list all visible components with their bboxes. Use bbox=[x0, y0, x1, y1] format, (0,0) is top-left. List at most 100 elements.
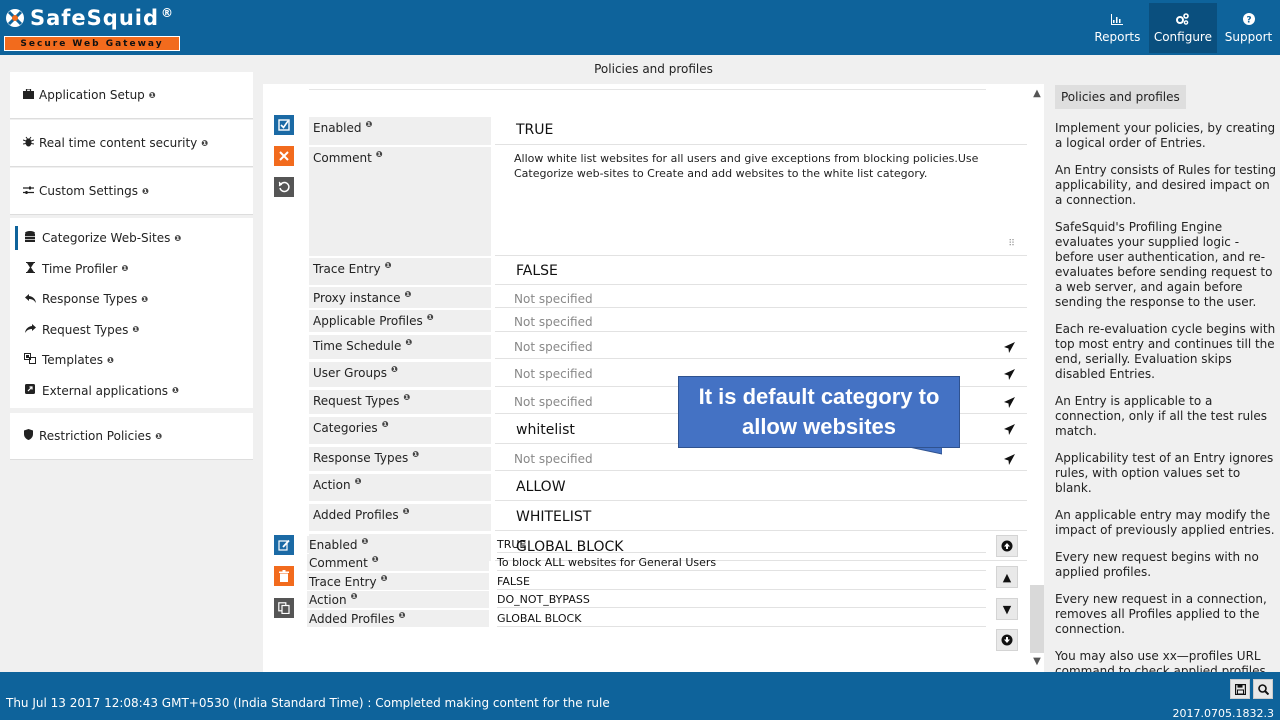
save-icon[interactable] bbox=[1230, 679, 1250, 699]
delete-icon[interactable] bbox=[274, 566, 294, 586]
edit-icon[interactable] bbox=[274, 535, 294, 555]
info-icon[interactable]: ❶ bbox=[174, 234, 181, 243]
share-icon bbox=[23, 323, 37, 336]
move-to-top-icon[interactable] bbox=[996, 535, 1018, 557]
info-icon[interactable]: ❶ bbox=[376, 150, 383, 159]
status-message: Thu Jul 13 2017 12:08:43 GMT+0530 (India… bbox=[6, 696, 610, 710]
field-label-text: User Groups bbox=[313, 366, 387, 380]
entry-field-row[interactable]: Comment ❶ Allow white list websites for al… bbox=[309, 147, 1027, 256]
scroll-down-arrow-icon[interactable]: ▼ bbox=[1030, 656, 1044, 670]
field-value[interactable]: Not specified bbox=[495, 287, 1027, 308]
entry-field-row[interactable]: Action ❶ ALLOW bbox=[309, 474, 1027, 501]
field-value-text: Not specified bbox=[514, 340, 593, 354]
field-value[interactable]: Not specified bbox=[495, 310, 1027, 332]
info-icon[interactable]: ❶ bbox=[385, 261, 392, 270]
main-panel: Policies and profiles ▲ ▼ Enabled ❶ TRUE Co… bbox=[263, 55, 1044, 672]
cancel-icon[interactable] bbox=[274, 146, 294, 166]
scrollbar-thumb[interactable] bbox=[1030, 585, 1044, 653]
entry-field-row[interactable]: Trace Entry ❶ FALSE bbox=[309, 258, 1027, 285]
move-up-icon[interactable]: ▲ bbox=[996, 566, 1018, 588]
info-icon[interactable]: ❶ bbox=[351, 592, 358, 601]
send-icon[interactable] bbox=[1004, 342, 1015, 356]
enable-checkbox-icon[interactable] bbox=[274, 115, 294, 135]
info-icon[interactable]: ❶ bbox=[403, 507, 410, 516]
info-icon[interactable]: ❶ bbox=[355, 477, 362, 486]
field-label: Trace Entry ❶ bbox=[307, 573, 489, 590]
info-icon[interactable]: ❶ bbox=[381, 574, 388, 583]
sidebar-item-label: Restriction Policies bbox=[39, 429, 152, 443]
help-title: Policies and profiles bbox=[1055, 85, 1186, 109]
field-value[interactable]: ALLOW bbox=[495, 474, 1027, 501]
sidebar-item-restriction-policies[interactable]: Restriction Policies ❶ bbox=[10, 413, 253, 460]
sidebar-item-categorize-web-sites[interactable]: Categorize Web-Sites ❶ bbox=[10, 223, 253, 254]
entry-field-row[interactable]: Added Profiles ❶ WHITELIST bbox=[309, 504, 1027, 531]
info-icon[interactable]: ❶ bbox=[132, 325, 139, 334]
field-value[interactable]: TRUE bbox=[495, 117, 1027, 145]
field-label-text: Time Schedule bbox=[313, 339, 402, 353]
info-icon[interactable]: ❶ bbox=[366, 120, 373, 129]
send-icon[interactable] bbox=[1004, 369, 1015, 383]
entry-field-row[interactable]: Proxy instance ❶ Not specified bbox=[309, 287, 1027, 308]
sidebar-item-time-profiler[interactable]: Time Profiler ❶ bbox=[10, 254, 253, 285]
info-icon[interactable]: ❶ bbox=[391, 365, 398, 374]
undo-icon[interactable] bbox=[274, 177, 294, 197]
safesquid-logo[interactable]: SafeSquid ® Secure Web Gateway bbox=[4, 3, 180, 51]
field-label-text: Trace Entry bbox=[313, 262, 381, 276]
move-down-icon[interactable]: ▼ bbox=[996, 598, 1018, 620]
sidebar-item-custom-settings[interactable]: Custom Settings ❶ bbox=[10, 168, 253, 215]
sidebar-item-request-types[interactable]: Request Types ❶ bbox=[10, 315, 253, 346]
copy-icon[interactable] bbox=[274, 598, 294, 618]
field-value[interactable]: WHITELIST bbox=[495, 504, 1027, 531]
nav-reports[interactable]: Reports bbox=[1086, 3, 1149, 53]
info-icon[interactable]: ❶ bbox=[405, 290, 412, 299]
bug-icon bbox=[21, 136, 35, 150]
info-icon[interactable]: ❶ bbox=[141, 295, 148, 304]
send-icon[interactable] bbox=[1004, 397, 1015, 411]
nav-configure[interactable]: Configure bbox=[1148, 3, 1217, 53]
entry-field-row[interactable]: Time Schedule ❶ Not specified bbox=[309, 335, 1027, 359]
active-indicator bbox=[15, 226, 18, 250]
sidebar-item-application-setup[interactable]: Application Setup ❶ bbox=[10, 72, 253, 119]
resize-grip-icon[interactable]: ⠿ bbox=[1008, 237, 1015, 252]
info-icon[interactable]: ❶ bbox=[372, 555, 379, 564]
sidebar-item-real-time-content-security[interactable]: Real time content security ❶ bbox=[10, 120, 253, 167]
info-icon[interactable]: ❶ bbox=[382, 420, 389, 429]
move-to-bottom-icon[interactable] bbox=[996, 629, 1018, 651]
send-icon[interactable] bbox=[1004, 454, 1015, 468]
info-icon[interactable]: ❶ bbox=[412, 450, 419, 459]
info-icon[interactable]: ❶ bbox=[405, 338, 412, 347]
info-icon[interactable]: ❶ bbox=[399, 611, 406, 620]
info-icon[interactable]: ❶ bbox=[172, 386, 179, 395]
entry-field-row[interactable]: Enabled ❶ TRUE bbox=[309, 117, 1027, 145]
info-icon[interactable]: ❶ bbox=[155, 432, 162, 441]
field-label-text: Proxy instance bbox=[313, 291, 401, 305]
field-label: Comment ❶ bbox=[309, 147, 491, 256]
search-icon[interactable] bbox=[1253, 679, 1273, 699]
sidebar-item-templates[interactable]: Templates ❶ bbox=[10, 345, 253, 376]
info-icon[interactable]: ❶ bbox=[201, 139, 208, 148]
top-nav: Reports Configure ? Support bbox=[1086, 0, 1280, 55]
scroll-up-arrow-icon[interactable]: ▲ bbox=[1030, 88, 1044, 102]
field-label: Enabled ❶ bbox=[307, 536, 489, 553]
info-icon[interactable]: ❶ bbox=[362, 537, 369, 546]
info-icon[interactable]: ❶ bbox=[403, 393, 410, 402]
field-value[interactable]: Not specified bbox=[495, 447, 1027, 471]
entry-field-row[interactable]: Applicable Profiles ❶ Not specified bbox=[309, 310, 1027, 332]
field-value[interactable]: Allow white list websites for all users … bbox=[495, 147, 1027, 256]
field-value[interactable]: Not specified bbox=[495, 335, 1027, 359]
info-icon[interactable]: ❶ bbox=[121, 264, 128, 273]
info-icon[interactable]: ❶ bbox=[142, 187, 149, 196]
nav-support[interactable]: ? Support bbox=[1217, 3, 1280, 53]
info-icon[interactable]: ❶ bbox=[107, 356, 114, 365]
field-label-text: Response Types bbox=[313, 451, 409, 465]
field-value: DO_NOT_BYPASS bbox=[497, 591, 986, 608]
svg-text:?: ? bbox=[1246, 16, 1251, 26]
field-value[interactable]: FALSE bbox=[495, 258, 1027, 285]
send-icon[interactable] bbox=[1004, 424, 1015, 438]
summary-row: Enabled ❶ TRUE bbox=[307, 536, 986, 554]
sidebar-item-external-applications[interactable]: External applications ❶ bbox=[10, 376, 253, 407]
info-icon[interactable]: ❶ bbox=[427, 313, 434, 322]
info-icon[interactable]: ❶ bbox=[149, 91, 156, 100]
sidebar-item-response-types[interactable]: Response Types ❶ bbox=[10, 284, 253, 315]
field-value-text: Not specified bbox=[514, 452, 593, 466]
